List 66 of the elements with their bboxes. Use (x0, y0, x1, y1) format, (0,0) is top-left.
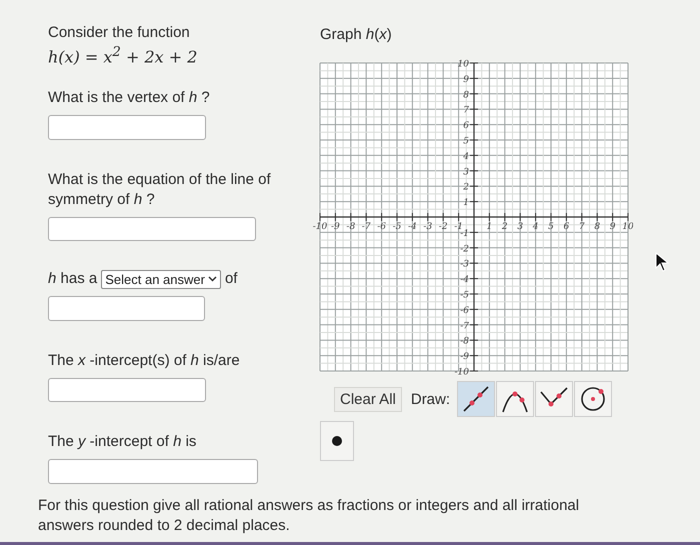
question-text: The y -intercept of h is (48, 432, 198, 452)
tick-label: -5 (392, 222, 402, 232)
tick-label: -2 (438, 222, 448, 232)
tick-label: -6 (377, 222, 386, 232)
function-formula: h(x) = x$^{2}$ + 2x + 2 (48, 45, 198, 66)
tick-label: 8 (594, 222, 600, 232)
tick-label: -1 (454, 222, 463, 232)
tick-label: 9 (610, 222, 616, 232)
answer-field[interactable] (48, 378, 206, 402)
tick-label: 4 (463, 152, 469, 162)
tick-label: -10 (312, 222, 328, 232)
answer-field[interactable] (48, 115, 206, 140)
answer-field[interactable] (48, 459, 258, 484)
answer-field[interactable] (48, 296, 205, 321)
tick-label: -7 (460, 321, 469, 332)
tick-label: -7 (362, 222, 371, 232)
draw-tool-button[interactable] (535, 381, 574, 417)
question-text: h has a (48, 269, 98, 290)
tick-label: 5 (463, 136, 469, 146)
tick-label: 9 (463, 74, 469, 85)
question-text: The x -intercept(s) of h is/are (48, 350, 241, 371)
tick-label: 6 (463, 121, 469, 132)
tick-label: -6 (460, 306, 469, 316)
tick-label: 1 (486, 222, 492, 232)
draw-label: Draw: (410, 390, 450, 408)
question-text: What is the vertex of h ? (48, 88, 211, 108)
clear-all-button[interactable]: Clear All (334, 386, 402, 412)
tick-label: -4 (408, 222, 417, 232)
tick-label: 2 (502, 222, 508, 232)
tick-label: -10 (454, 368, 469, 378)
draw-tool-button[interactable] (457, 381, 496, 417)
line-tool-icon (461, 384, 492, 414)
tick-label: 10 (458, 60, 469, 70)
tick-label: -2 (460, 244, 469, 254)
tick-label: 7 (463, 106, 469, 116)
tick-label: -3 (460, 260, 469, 270)
tick-label: -1 (460, 228, 469, 239)
mouse-pointer-icon (655, 252, 669, 272)
tick-label: -8 (460, 336, 469, 347)
question-text: of (224, 269, 238, 290)
tick-label: -9 (331, 222, 340, 232)
tick-label: 3 (463, 167, 469, 178)
chevron-down-icon (208, 276, 217, 282)
graph-title: Graph h(x) (320, 26, 393, 43)
intro-text: Consider the function (48, 24, 191, 41)
answer-field[interactable] (48, 216, 256, 242)
tick-label: 2 (463, 182, 469, 193)
draw-tool-button[interactable] (496, 381, 534, 417)
tick-label: -5 (460, 290, 469, 300)
point-tool-button[interactable] (320, 421, 354, 461)
tick-label: 8 (463, 90, 469, 100)
tick-label: 7 (578, 222, 585, 232)
tick-label: 3 (517, 222, 524, 232)
tick-label: 1 (463, 198, 469, 208)
tick-label: -8 (346, 222, 356, 232)
tick-label: 6 (564, 222, 570, 232)
draw-tool-button[interactable] (574, 381, 612, 417)
tick-label: 4 (532, 222, 538, 232)
question-text: What is the equation of the line of symmetry of h ? (48, 170, 272, 210)
instructions-text: For this question give all rational answers as fractions or integers and all irrational answers rounded to 2 decimal places. (37, 496, 580, 536)
dot-icon (331, 435, 343, 447)
tick-label: 5 (548, 222, 554, 232)
answer-select[interactable]: Select an answer (101, 270, 221, 289)
tick-label: -9 (460, 352, 469, 362)
tick-label: -4 (460, 275, 469, 286)
tick-label: -3 (423, 222, 432, 232)
